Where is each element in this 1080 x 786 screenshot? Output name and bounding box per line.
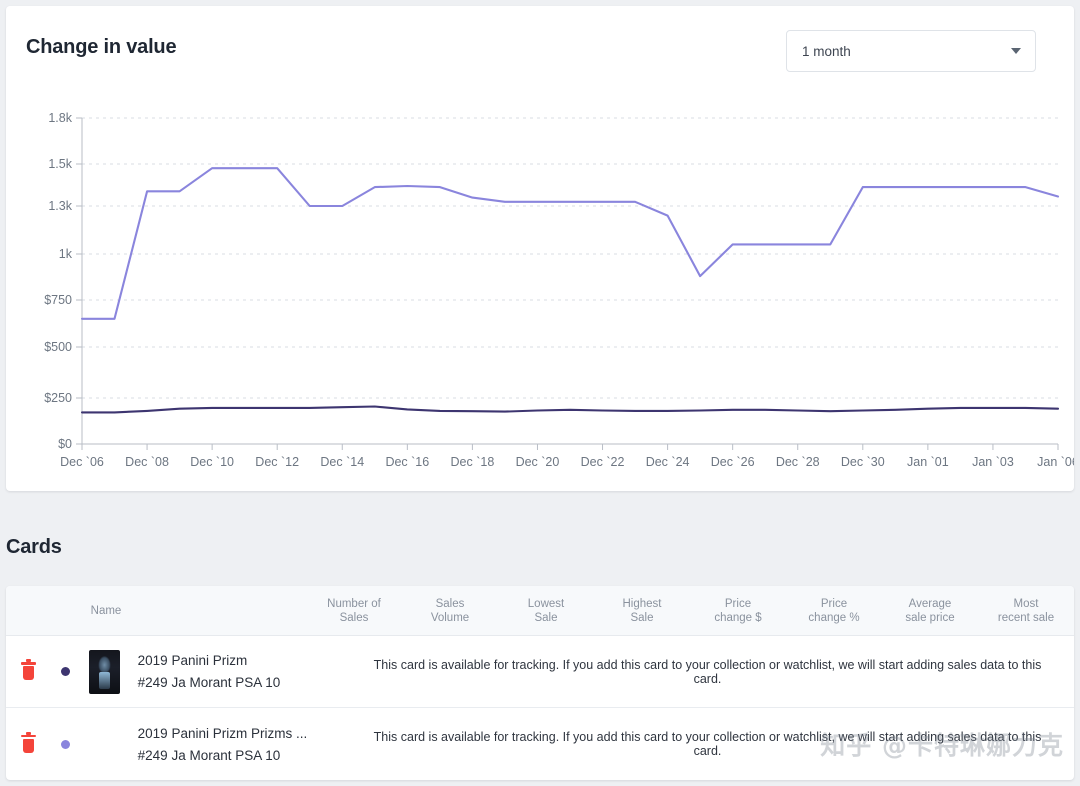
column-header-price-change-percent[interactable]: Price change % bbox=[786, 597, 882, 625]
card-title: 2019 Panini Prizm bbox=[137, 653, 248, 668]
x-tick-label: Dec `14 bbox=[320, 455, 364, 469]
card-name-cell[interactable]: 2019 Panini Prizm Prizms ... #249 Ja Mor… bbox=[130, 725, 359, 764]
y-tick-label: $750 bbox=[44, 293, 72, 307]
change-in-value-card: Change in value 1 month $0 $250 $500 $750 1k… bbox=[6, 6, 1074, 491]
header-line-2: Sale bbox=[630, 611, 654, 624]
header-line-1: Lowest bbox=[527, 597, 565, 610]
card-subtitle: #249 Ja Morant PSA 10 bbox=[137, 675, 281, 690]
y-tick-label: 1.8k bbox=[48, 111, 72, 125]
header-line-1: Highest bbox=[622, 597, 662, 610]
x-tick-label: Dec `16 bbox=[385, 455, 429, 469]
header-line-2: change % bbox=[808, 611, 860, 624]
x-tick-label: Dec `12 bbox=[255, 455, 299, 469]
x-tick-label: Dec `22 bbox=[581, 455, 625, 469]
y-tick-label: 1.3k bbox=[48, 199, 72, 213]
delete-card-button[interactable] bbox=[6, 659, 52, 681]
header-line-1: Most bbox=[1013, 597, 1039, 610]
chart-header: Change in value 1 month bbox=[6, 6, 1074, 90]
cards-table: Name Number of Sales Sales Volume Lowest… bbox=[6, 586, 1074, 780]
column-header-average-sale-price[interactable]: Average sale price bbox=[882, 597, 978, 625]
x-tick-label: Dec `24 bbox=[646, 455, 690, 469]
cards-section-title: Cards bbox=[6, 536, 62, 558]
series-color-dot bbox=[61, 667, 71, 676]
card-name-cell[interactable]: 2019 Panini Prizm #249 Ja Morant PSA 10 bbox=[130, 652, 359, 691]
trash-icon bbox=[21, 659, 37, 681]
tracking-availability-note: This card is available for tracking. If … bbox=[373, 657, 1042, 686]
header-line-2: sale price bbox=[905, 611, 955, 624]
x-tick-label: Dec `26 bbox=[711, 455, 755, 469]
column-header-lowest-sale[interactable]: Lowest Sale bbox=[498, 597, 594, 625]
table-header-row: Name Number of Sales Sales Volume Lowest… bbox=[6, 586, 1074, 636]
chevron-down-icon bbox=[1011, 48, 1021, 54]
header-line-1: Sales bbox=[435, 597, 465, 610]
header-line-1: Price bbox=[820, 597, 848, 610]
y-tick-label: 1k bbox=[59, 247, 73, 261]
x-tick-label: Dec `06 bbox=[60, 455, 104, 469]
header-line-1: Number of bbox=[327, 597, 381, 610]
column-header-price-change-dollar[interactable]: Price change $ bbox=[690, 597, 786, 625]
table-row[interactable]: 2019 Panini Prizm #249 Ja Morant PSA 10 … bbox=[6, 636, 1074, 708]
series-color-indicator bbox=[52, 739, 80, 749]
card-subtitle: #249 Ja Morant PSA 10 bbox=[137, 747, 281, 763]
series-color-dot bbox=[61, 739, 71, 749]
chart-series-line-1 bbox=[80, 405, 1060, 414]
x-tick-label: Dec `10 bbox=[190, 455, 234, 469]
page-title: Change in value bbox=[26, 36, 177, 58]
card-thumbnail-cell bbox=[80, 649, 130, 694]
column-header-number-of-sales[interactable]: Number of Sales bbox=[306, 597, 402, 625]
x-tick-label: Dec `20 bbox=[516, 455, 560, 469]
time-range-value: 1 month bbox=[802, 43, 851, 59]
trash-icon bbox=[21, 731, 37, 754]
card-image bbox=[89, 649, 121, 694]
card-title: 2019 Panini Prizm Prizms ... bbox=[137, 725, 308, 741]
tracking-availability-note: This card is available for tracking. If … bbox=[373, 730, 1042, 758]
column-header-highest-sale[interactable]: Highest Sale bbox=[594, 597, 690, 625]
x-tick-label: Jan `01 bbox=[907, 455, 949, 469]
column-header-sales-volume[interactable]: Sales Volume bbox=[402, 597, 498, 625]
header-line-2: Sale bbox=[534, 611, 558, 624]
x-tick-label: Jan `03 bbox=[972, 455, 1014, 469]
chart-plot-area: $0 $250 $500 $750 1k 1.3k 1.5k 1.8k Dec `06 Dec `… bbox=[6, 96, 1074, 476]
y-tick-label: $500 bbox=[44, 340, 72, 354]
value-line-chart: $0 $250 $500 $750 1k 1.3k 1.5k 1.8k Dec `06 Dec `… bbox=[44, 111, 1074, 469]
x-tick-label: Dec `08 bbox=[125, 455, 169, 469]
delete-card-button[interactable] bbox=[6, 731, 52, 754]
y-tick-label: $0 bbox=[58, 437, 72, 451]
x-tick-label: Dec `18 bbox=[451, 455, 495, 469]
header-line-2: Sales bbox=[339, 611, 369, 624]
x-tick-label: Jan `06 bbox=[1037, 455, 1074, 469]
header-line-2: Volume bbox=[430, 611, 470, 624]
y-tick-label: $250 bbox=[44, 391, 72, 405]
header-line-2: change $ bbox=[714, 611, 762, 624]
y-tick-label: 1.5k bbox=[48, 157, 72, 171]
header-line-1: Average bbox=[908, 597, 952, 610]
header-line-1: Price bbox=[724, 597, 752, 610]
time-range-select[interactable]: 1 month bbox=[786, 30, 1036, 72]
x-tick-label: Dec `30 bbox=[841, 455, 885, 469]
header-line-2: recent sale bbox=[997, 611, 1055, 624]
app-page: Change in value 1 month $0 $250 $500 $750 1k… bbox=[0, 0, 1080, 786]
chart-series-line-0 bbox=[80, 167, 1060, 320]
column-header-most-recent-sale[interactable]: Most recent sale bbox=[978, 597, 1074, 625]
series-color-indicator bbox=[52, 667, 80, 676]
x-tick-label: Dec `28 bbox=[776, 455, 820, 469]
table-row[interactable]: 2019 Panini Prizm Prizms ... #249 Ja Mor… bbox=[6, 708, 1074, 780]
column-header-name[interactable]: Name bbox=[46, 604, 166, 618]
